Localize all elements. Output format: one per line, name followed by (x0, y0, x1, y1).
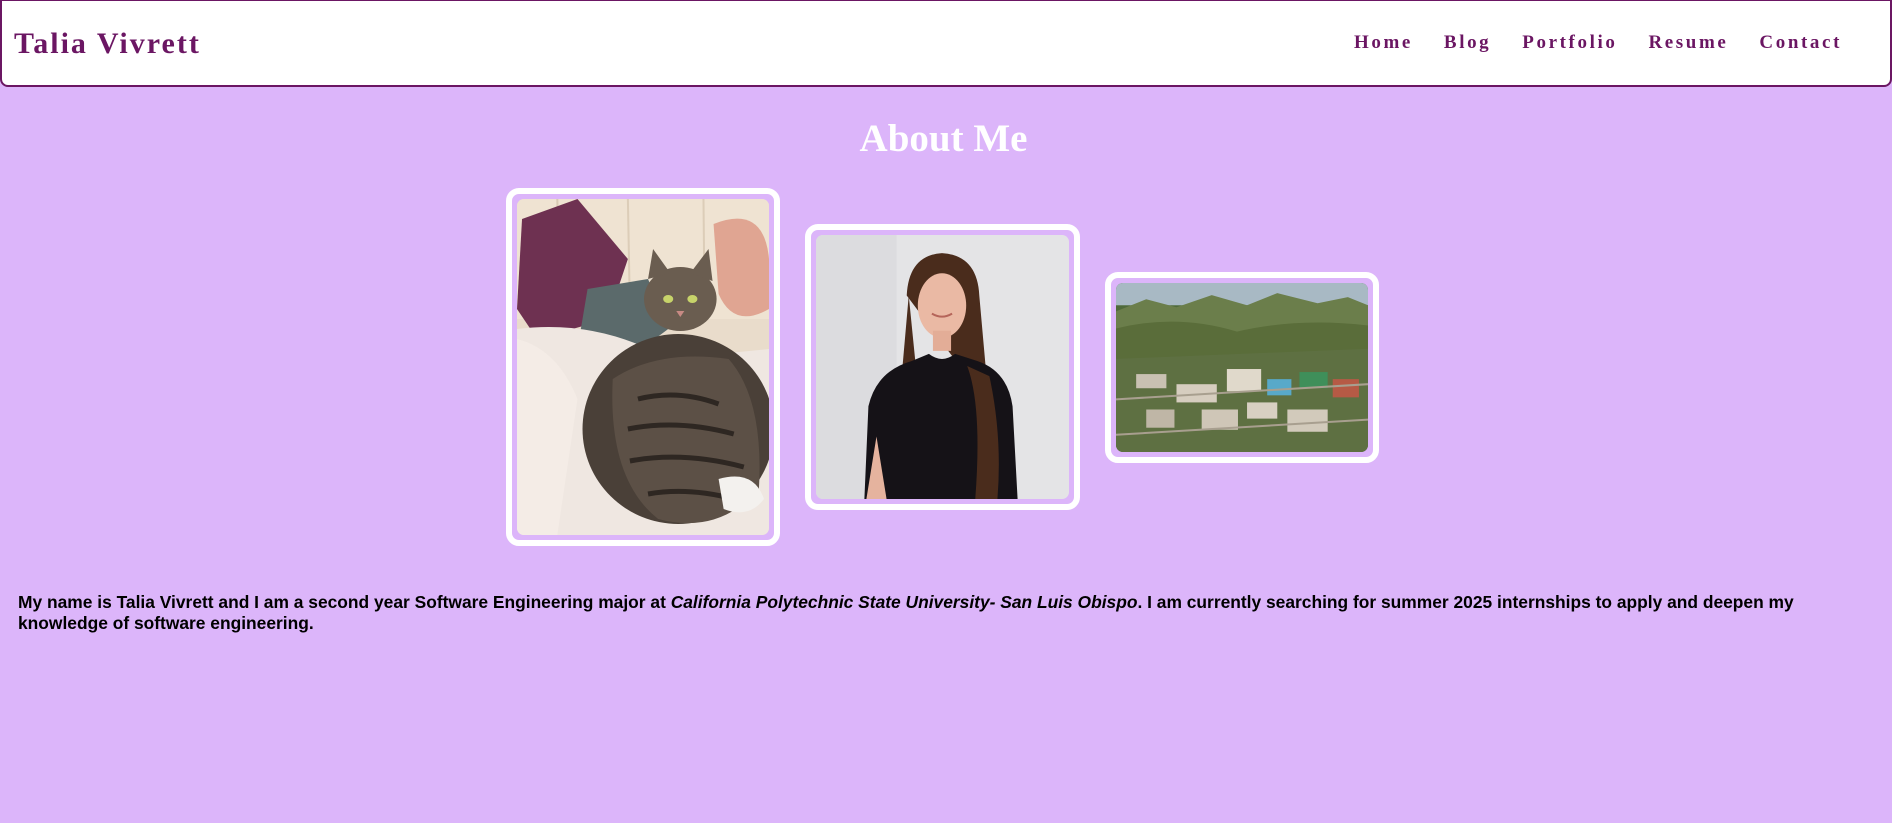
bio-intro: My name is Talia Vivrett and I am a seco… (18, 592, 671, 612)
site-brand[interactable]: Talia Vivrett (14, 27, 201, 61)
campus-photo (1116, 283, 1368, 452)
nav-menu: Home Blog Portfolio Resume Contact (1323, 31, 1842, 55)
page-title: About Me (859, 117, 1028, 160)
nav-link-portfolio[interactable]: Portfolio (1522, 31, 1617, 55)
portrait-photo (816, 235, 1069, 499)
photo-frame-cat (506, 188, 780, 546)
navbar: Talia Vivrett Home Blog Portfolio Resume… (0, 0, 1892, 87)
photo-frame-portrait (805, 224, 1080, 510)
nav-link-contact[interactable]: Contact (1759, 31, 1842, 55)
nav-link-blog[interactable]: Blog (1444, 31, 1491, 55)
bio-paragraph: My name is Talia Vivrett and I am a seco… (18, 592, 1863, 634)
cat-photo (517, 199, 769, 535)
photo-frame-campus (1105, 272, 1379, 463)
nav-link-resume[interactable]: Resume (1648, 31, 1728, 55)
nav-link-home[interactable]: Home (1354, 31, 1413, 55)
bio-school: California Polytechnic State University-… (670, 592, 1138, 612)
